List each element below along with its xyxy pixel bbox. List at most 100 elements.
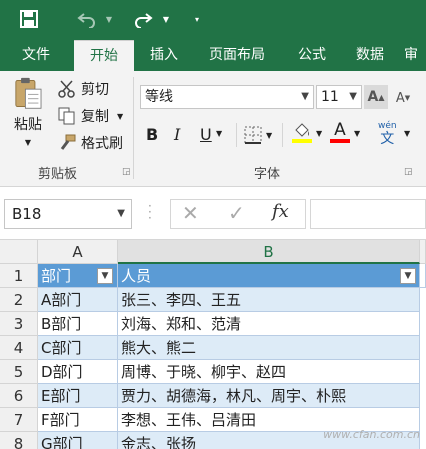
table-cell[interactable]: 熊大、熊二 xyxy=(118,336,420,360)
tab-insert[interactable]: 插入 xyxy=(140,40,188,71)
select-all-corner[interactable] xyxy=(0,240,38,264)
undo-icon xyxy=(77,13,95,28)
font-launcher-icon[interactable]: ◲ xyxy=(404,167,413,177)
row-header[interactable]: 3 xyxy=(0,312,38,336)
paste-button[interactable]: 粘贴 ▼ xyxy=(8,77,48,147)
tab-formulas[interactable]: 公式 xyxy=(288,40,336,71)
grip-icon[interactable]: · · · xyxy=(148,200,152,224)
italic-button[interactable]: I xyxy=(174,125,180,144)
font-color-swatch xyxy=(330,139,350,143)
table-cell[interactable]: A部门 xyxy=(38,288,118,312)
chevron-down-icon[interactable]: ▼ xyxy=(349,86,357,108)
tab-review[interactable]: 审 xyxy=(404,40,426,71)
dropdown-icon: ▾ xyxy=(194,14,199,24)
formula-input[interactable] xyxy=(310,199,426,229)
chevron-down-icon: ▼ xyxy=(266,130,273,140)
name-box[interactable]: B18 ▼ xyxy=(4,199,132,229)
font-group-label: 字体 xyxy=(254,167,281,182)
redo-icon xyxy=(135,13,153,28)
font-color-icon: A xyxy=(334,120,346,140)
undo-dropdown[interactable]: ▼ xyxy=(103,6,115,32)
row-header[interactable]: 6 xyxy=(0,384,38,408)
ribbon: 粘贴 ▼ 剪切 复制 ▼ 格式刷 剪贴板 ◲ 等线 ▼ 11 ▼ A ▲ A ▼ B… xyxy=(0,71,426,187)
insert-function-button[interactable]: fx xyxy=(272,201,289,222)
row-header[interactable]: 5 xyxy=(0,360,38,384)
inline-divider xyxy=(282,123,283,147)
table-cell[interactable]: 周博、于晓、柳宇、赵四 xyxy=(118,360,420,384)
tab-file[interactable]: 文件 xyxy=(10,40,62,71)
worksheet-grid: A B 1 2 3 4 5 6 7 8 部门 ▼ 人员 ▼ A部门 张三、李四、… xyxy=(0,240,426,449)
tab-home[interactable]: 开始 xyxy=(74,40,134,71)
decrease-font-size-button[interactable]: A ▼ xyxy=(392,87,414,109)
table-cell[interactable]: G部门 xyxy=(38,432,118,449)
row-header[interactable]: 1 xyxy=(0,264,38,288)
name-box-value: B18 xyxy=(12,205,42,223)
clipboard-group-label: 剪贴板 xyxy=(38,167,78,182)
copy-icon xyxy=(58,107,75,125)
font-color-dropdown[interactable]: ▼ xyxy=(354,129,360,138)
enter-icon[interactable]: ✓ xyxy=(228,201,245,225)
underline-button[interactable]: U xyxy=(200,125,212,144)
row-header[interactable]: 4 xyxy=(0,336,38,360)
tab-data[interactable]: 数据 xyxy=(346,40,394,71)
ribbon-tabs: 文件 开始 插入 页面布局 公式 数据 审 xyxy=(0,40,426,71)
borders-button[interactable]: ▼ xyxy=(244,126,272,144)
column-header-a[interactable]: A xyxy=(38,240,118,264)
copy-button[interactable]: 复制 ▼ xyxy=(58,106,123,126)
font-size-value: 11 xyxy=(321,89,339,105)
table-header-cell-staff[interactable]: 人员 xyxy=(118,264,420,288)
table-cell[interactable]: B部门 xyxy=(38,312,118,336)
font-size-combo[interactable]: 11 ▼ xyxy=(316,85,362,109)
overflow-cell[interactable] xyxy=(420,264,426,288)
phonetic-button[interactable]: wén 文 xyxy=(378,121,397,147)
chevron-down-icon[interactable]: ▼ xyxy=(117,200,125,228)
column-header-b[interactable]: B xyxy=(118,240,420,264)
filter-dropdown-button[interactable]: ▼ xyxy=(400,268,416,284)
font-name-value: 等线 xyxy=(145,89,173,105)
row-header[interactable]: 7 xyxy=(0,408,38,432)
tab-page-layout[interactable]: 页面布局 xyxy=(198,40,276,71)
format-painter-button[interactable]: 格式刷 xyxy=(58,133,123,153)
paint-bucket-icon xyxy=(295,123,309,137)
font-color-button[interactable]: A xyxy=(330,121,350,143)
font-name-combo[interactable]: 等线 ▼ xyxy=(140,85,314,109)
customize-qat-button[interactable]: ▾ xyxy=(190,6,204,32)
phonetic-dropdown[interactable]: ▼ xyxy=(404,129,410,138)
scissors-icon xyxy=(58,80,75,98)
chevron-down-icon[interactable]: ▼ xyxy=(301,86,309,108)
phonetic-icon: wén xyxy=(378,121,397,131)
save-button[interactable] xyxy=(14,6,44,32)
cancel-icon[interactable]: ✕ xyxy=(182,201,199,225)
format-painter-label: 格式刷 xyxy=(81,136,123,152)
border-icon xyxy=(244,126,262,144)
formula-bar: B18 ▼ · · · ✕ ✓ fx xyxy=(0,187,426,240)
table-cell[interactable]: F部门 xyxy=(38,408,118,432)
table-cell[interactable]: 贾力、胡德海，林凡、周宇、朴熙 xyxy=(118,384,420,408)
paste-icon xyxy=(15,77,42,109)
table-cell[interactable]: D部门 xyxy=(38,360,118,384)
cut-label: 剪切 xyxy=(81,82,109,98)
row-header[interactable]: 2 xyxy=(0,288,38,312)
undo-button[interactable] xyxy=(72,6,102,32)
filter-dropdown-button[interactable]: ▼ xyxy=(97,268,113,284)
redo-button[interactable] xyxy=(128,6,158,32)
underline-dropdown[interactable]: ▼ xyxy=(216,129,222,138)
inline-divider xyxy=(236,123,237,147)
increase-font-size-button[interactable]: A ▲ xyxy=(364,85,388,109)
table-cell[interactable]: 刘海、郑和、范清 xyxy=(118,312,420,336)
redo-dropdown[interactable]: ▼ xyxy=(160,6,172,32)
format-painter-icon xyxy=(60,134,76,150)
table-cell[interactable]: C部门 xyxy=(38,336,118,360)
column-header-overflow[interactable] xyxy=(420,240,426,264)
cut-button[interactable]: 剪切 xyxy=(58,79,109,99)
header-label: 部门 xyxy=(41,267,72,285)
table-cell[interactable]: 张三、李四、王五 xyxy=(118,288,420,312)
bold-button[interactable]: B xyxy=(146,125,158,144)
table-cell[interactable]: E部门 xyxy=(38,384,118,408)
fill-color-button[interactable] xyxy=(292,123,312,143)
chevron-down-icon: ▼ xyxy=(117,111,124,121)
highlight-swatch xyxy=(292,139,312,143)
fill-color-dropdown[interactable]: ▼ xyxy=(316,129,322,138)
row-header[interactable]: 8 xyxy=(0,432,38,449)
clipboard-launcher-icon[interactable]: ◲ xyxy=(122,167,131,177)
